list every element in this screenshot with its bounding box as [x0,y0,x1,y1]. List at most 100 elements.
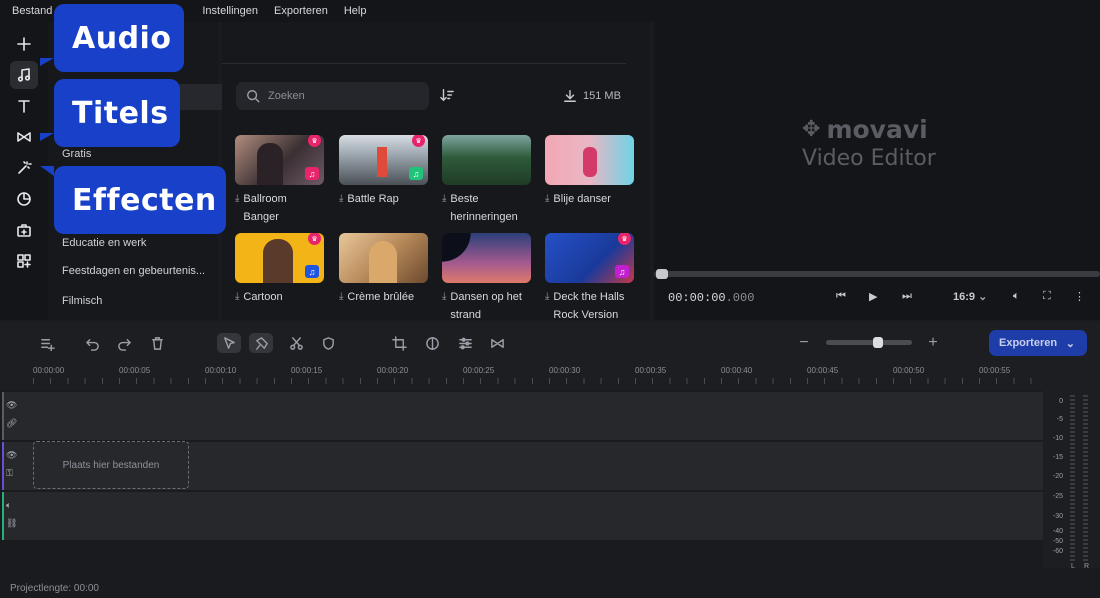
magic-tool-button[interactable] [249,333,273,353]
download-icon: ⤓ [545,193,550,204]
music-badge-icon: ♫ [615,265,629,278]
track-tile[interactable]: ♛ ♫ ⤓ Deck the Halls Rock Version [545,233,634,324]
thumbnail: ♛ ♫ [235,135,324,185]
meter-tick: -10 [1052,435,1063,442]
track-tile[interactable]: ♛ ♫ ⤓ Battle Rap [339,135,428,208]
magic-wand-icon [18,161,32,174]
select-tool-button[interactable] [217,333,241,353]
link-icon[interactable]: 🔗︎ [6,418,24,429]
undo-button[interactable] [81,333,103,353]
volume-icon[interactable]: 🔈︎ [1013,290,1020,303]
zoom-slider[interactable] [826,337,912,348]
ruler-tick: 00:00:40 [721,366,753,375]
ruler-tick: 00:00:25 [463,366,495,375]
download-icon: ⤓ [442,193,447,204]
store-button[interactable] [10,216,38,244]
settings-button[interactable] [454,333,476,353]
titles-button[interactable] [10,92,38,120]
callout-tail [40,133,54,141]
crop-button[interactable] [388,333,410,353]
shield-icon [322,336,334,350]
aspect-ratio-select[interactable]: 16:9 ⌄ [953,290,987,303]
meter-tick: -40 [1052,528,1063,535]
more-tools-button[interactable] [10,247,38,275]
meter-tick: -25 [1052,493,1063,500]
ruler-tick: 00:00:35 [635,366,667,375]
thumbnail: ♛ ♫ [235,233,324,283]
callout-audio: Audio [54,4,184,72]
effects-button[interactable] [10,154,38,182]
export-button[interactable]: Exporteren ⌄ [989,330,1087,356]
ruler-tick: 00:00:45 [807,366,839,375]
briefcase-plus-icon [17,224,31,237]
ruler-tick: 00:00:00 [33,366,65,375]
redo-button[interactable] [113,333,135,353]
downloads-size[interactable]: 151 MB [563,89,621,103]
scrubber-handle[interactable] [656,269,668,279]
add-media-button[interactable] [10,30,38,58]
transition-tool-button[interactable] [486,333,508,353]
more-options-icon[interactable]: ⋮ [1074,290,1085,303]
undo-icon [85,338,99,351]
audio-track[interactable] [2,492,1043,540]
crop-icon [391,335,407,351]
meter-tick: -20 [1052,473,1063,480]
color-adjust-button[interactable] [421,333,443,353]
zoom-in-icon[interactable]: + [922,333,944,353]
next-frame-icon[interactable]: ⏭ [902,290,912,303]
video-track[interactable] [2,392,1043,440]
meter-bar-right [1083,395,1088,563]
add-track-button[interactable] [36,333,58,353]
track-tile[interactable]: ⤓ Dansen op het strand [442,233,531,324]
ruler-minor-ticks [33,378,1033,384]
track-tile[interactable]: ⤓ Beste herinneringen [442,135,531,226]
crown-icon: ♛ [618,233,631,245]
crown-icon: ♛ [412,135,425,147]
thumbnail [442,135,531,185]
crown-icon: ♛ [308,135,321,147]
menu-exporteren[interactable]: Exporteren [274,5,328,17]
track-tile[interactable]: ⤓ Crème brûlée [339,233,428,306]
meter-bar-left [1070,395,1075,563]
callout-effecten: Effecten [54,166,226,234]
callout-tail [40,58,54,66]
track-tile[interactable]: ⤓ Blije danser [545,135,634,208]
magic-cut-icon [255,336,268,350]
eye-icon[interactable]: 👁︎ [6,450,24,461]
speaker-icon[interactable]: 🔈︎ [6,500,24,511]
menu-help[interactable]: Help [344,5,367,17]
eye-icon[interactable]: 👁︎ [6,400,24,411]
zoom-out-icon[interactable]: − [793,333,815,353]
download-icon: ⤓ [339,291,344,302]
meter-tick: 0 [1059,398,1063,405]
search-box[interactable] [236,82,429,110]
transitions-button[interactable] [10,123,38,151]
menu-instellingen[interactable]: Instellingen [202,5,258,17]
fullscreen-icon[interactable]: ⛶ [1043,290,1051,303]
lock-icon[interactable]: ⚿ [6,468,24,479]
preview-scrubber[interactable] [654,269,1100,279]
cut-button[interactable] [285,333,307,353]
play-icon[interactable]: ▶ [869,290,877,303]
download-icon: ⤓ [339,193,344,204]
previous-frame-icon[interactable]: ⏮ [836,290,846,303]
search-input[interactable] [268,90,418,102]
thumbnail [545,135,634,185]
sort-button[interactable] [440,88,454,105]
audio-button[interactable] [10,61,38,89]
scissors-icon [289,336,303,350]
menu-bestand[interactable]: Bestand [12,5,52,17]
movavi-logo: ✥ movavi Video Editor [802,115,936,171]
track-tile[interactable]: ♛ ♫ ⤓ Ballroom Banger [235,135,324,226]
stickers-button[interactable] [10,185,38,213]
unlink-icon[interactable]: ⛓︎ [6,518,24,529]
zoom-handle[interactable] [873,337,883,348]
meter-tick: -5 [1056,416,1063,423]
track-tile[interactable]: ♛ ♫ ⤓ Cartoon [235,233,324,306]
drop-zone[interactable]: Plaats hier bestanden [33,441,189,489]
delete-button[interactable] [146,333,168,353]
marker-button[interactable] [317,333,339,353]
chevron-down-icon: ⌄ [1065,337,1075,350]
apps-grid-icon [17,254,31,268]
callout-tail [40,166,54,176]
